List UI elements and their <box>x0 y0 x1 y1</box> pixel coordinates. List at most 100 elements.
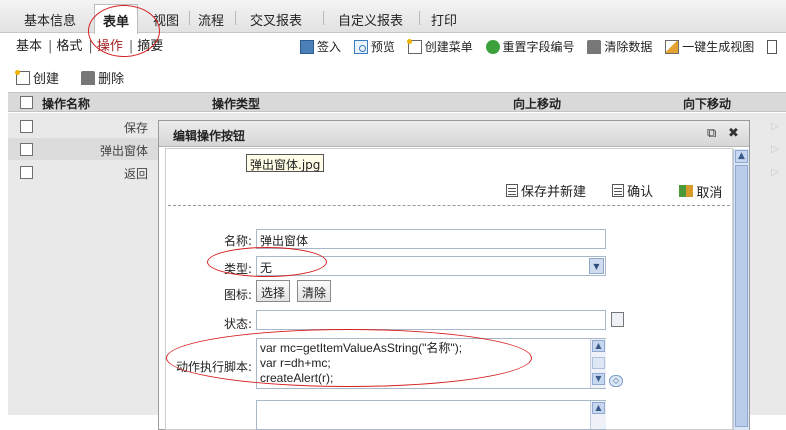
top-tab-bar: 基本信息 表单 视图 流程 交叉报表 自定义报表 打印 <box>0 0 786 34</box>
tab-flow[interactable]: 流程 <box>198 10 224 29</box>
tab-form[interactable]: 表单 <box>94 4 139 34</box>
column-move-up: 向上移动 <box>513 97 562 111</box>
tab-basic-info[interactable]: 基本信息 <box>24 10 76 29</box>
move-down-arrow-icon[interactable]: ▷ <box>770 144 780 155</box>
subnav-divider: | <box>128 39 134 54</box>
table-row[interactable]: 返回 <box>8 161 158 183</box>
edit-icon[interactable] <box>611 312 624 327</box>
save-and-new-button[interactable]: 保存并新建 <box>506 181 586 200</box>
scroll-up-icon[interactable]: ▲ <box>592 402 605 414</box>
grid-actions: 创建 删除 <box>15 68 142 89</box>
scroll-thumb[interactable] <box>735 165 748 427</box>
type-select[interactable]: 无 ▼ <box>256 256 606 276</box>
scroll-up-icon[interactable]: ▲ <box>592 340 605 352</box>
tab-cross-report[interactable]: 交叉报表 <box>250 10 302 29</box>
extra-textarea[interactable] <box>256 400 606 430</box>
confirm-label: 确认 <box>627 185 654 200</box>
tab-view[interactable]: 视图 <box>153 10 179 29</box>
tab-divider <box>235 11 236 25</box>
state-field[interactable] <box>256 310 606 330</box>
subnav-basic[interactable]: 基本 <box>16 39 42 54</box>
cancel-button[interactable]: 取消 <box>679 182 722 201</box>
trash-icon <box>81 70 96 85</box>
subnav-divider: | <box>48 39 53 54</box>
wand-icon <box>665 39 680 54</box>
cancel-icon <box>679 185 694 197</box>
delete-button[interactable]: 删除 <box>81 68 124 87</box>
clear-data-button[interactable]: 清除数据 <box>587 38 652 55</box>
clear-icon-button[interactable]: 清除 <box>297 280 332 302</box>
sign-in-label: 签入 <box>317 40 342 54</box>
new-document-icon <box>406 38 422 54</box>
popout-icon[interactable]: ⧉ <box>707 126 716 141</box>
move-down-arrow-icon[interactable]: ▷ <box>770 121 780 132</box>
sign-in-icon <box>300 39 314 54</box>
tab-print[interactable]: 打印 <box>431 10 457 29</box>
subnav-format[interactable]: 格式 <box>56 39 82 54</box>
scroll-down-icon[interactable]: ▼ <box>592 373 605 385</box>
row-checkbox[interactable] <box>20 120 33 133</box>
create-menu-label: 创建菜单 <box>424 40 473 54</box>
one-click-view-button[interactable]: 一键生成视图 <box>665 38 754 55</box>
create-label: 创建 <box>33 72 60 87</box>
one-click-view-label: 一键生成视图 <box>682 40 755 54</box>
column-move-down: 向下移动 <box>683 97 732 111</box>
more-icon <box>767 39 778 54</box>
row-operation-name: 返回 <box>123 167 148 181</box>
name-field[interactable]: 弹出窗体 <box>256 229 606 249</box>
script-scrollbar[interactable]: ▲ ▼ <box>590 339 606 388</box>
dialog-body: 弹出窗体.jpg 保存并新建 确认 取消 名称: 弹出窗体 类型: 无 ▼ 图标… <box>165 148 733 430</box>
dialog-title: 编辑操作按钮 <box>173 129 246 143</box>
type-select-value: 无 <box>260 261 273 275</box>
dialog-title-bar[interactable]: 编辑操作按钮 ⧉ ✖ <box>159 121 749 147</box>
scroll-thumb[interactable] <box>592 357 605 369</box>
refresh-icon <box>485 39 500 54</box>
column-operation-name: 操作名称 <box>42 97 91 111</box>
trash-icon <box>587 39 602 54</box>
edit-operation-dialog: 编辑操作按钮 ⧉ ✖ 弹出窗体.jpg 保存并新建 确认 取消 名称: 弹出窗体… <box>158 120 750 430</box>
scroll-up-icon[interactable]: ▲ <box>735 150 748 163</box>
save-and-new-label: 保存并新建 <box>521 185 587 200</box>
tab-divider <box>419 11 420 25</box>
delete-label: 删除 <box>98 72 125 87</box>
table-row[interactable]: 弹出窗体 <box>8 138 158 160</box>
select-all-checkbox[interactable] <box>20 96 33 109</box>
icon-label: 图标: <box>223 288 252 302</box>
column-operation-type: 操作类型 <box>212 97 261 111</box>
separator <box>168 205 730 206</box>
create-button[interactable]: 创建 <box>15 68 60 87</box>
expand-icon[interactable]: ◇ <box>609 375 623 387</box>
chevron-down-icon[interactable]: ▼ <box>589 258 604 274</box>
state-label: 状态: <box>223 317 252 331</box>
preview-icon <box>353 39 368 54</box>
row-checkbox[interactable] <box>20 143 33 156</box>
clear-data-label: 清除数据 <box>604 40 653 54</box>
table-row[interactable]: 保存 <box>8 115 158 137</box>
subnav-summary[interactable]: 摘要 <box>137 39 163 54</box>
select-icon-button[interactable]: 选择 <box>256 280 291 302</box>
script-textarea[interactable]: var mc=getItemValueAsString("名称"); var r… <box>256 338 606 389</box>
preview-button[interactable]: 预览 <box>353 38 395 55</box>
extra-scrollbar[interactable]: ▲ <box>590 401 606 429</box>
tab-divider <box>189 11 190 25</box>
row-checkbox[interactable] <box>20 166 33 179</box>
dialog-actions: 保存并新建 确认 取消 <box>506 181 744 201</box>
reset-field-no-button[interactable]: 重置字段编号 <box>485 38 575 55</box>
tab-divider <box>323 11 324 25</box>
confirm-button[interactable]: 确认 <box>612 181 653 200</box>
close-icon[interactable]: ✖ <box>728 126 739 141</box>
sign-in-button[interactable]: 签入 <box>300 38 341 55</box>
row-operation-name: 保存 <box>123 121 148 135</box>
type-label: 类型: <box>223 262 252 276</box>
create-menu-button[interactable]: 创建菜单 <box>406 38 473 55</box>
grid-header: 操作名称 操作类型 向上移动 向下移动 <box>8 92 786 112</box>
dialog-scrollbar[interactable]: ▲ <box>733 149 749 430</box>
save-icon <box>506 184 518 197</box>
subnav-operation[interactable]: 操作 <box>97 39 123 54</box>
move-down-arrow-icon[interactable]: ▷ <box>770 167 780 178</box>
new-document-icon <box>15 69 30 85</box>
tooltip: 弹出窗体.jpg <box>246 154 325 172</box>
row-operation-name: 弹出窗体 <box>99 144 148 158</box>
more-button[interactable] <box>767 39 780 54</box>
tab-custom-report[interactable]: 自定义报表 <box>338 10 403 29</box>
